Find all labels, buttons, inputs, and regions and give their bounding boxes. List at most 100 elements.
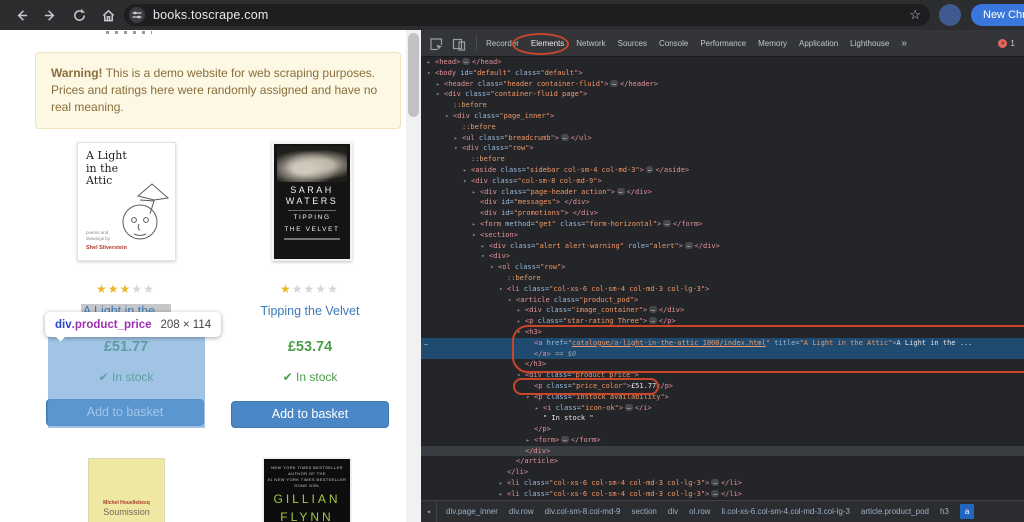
browser-toolbar: books.toscrape.com ☆ New Chrome	[0, 0, 1024, 30]
tree-line[interactable]: </article>	[421, 456, 1024, 467]
crumb-h3[interactable]: h3	[940, 507, 949, 516]
expand-arrow-icon[interactable]: ▸	[499, 490, 507, 500]
tree-line[interactable]: ▾<section>	[421, 230, 1024, 241]
forward-button[interactable]	[43, 8, 58, 23]
tree-line[interactable]: </h3>	[421, 359, 1024, 370]
crumb-div[interactable]: div.row	[509, 507, 534, 516]
crumb-article[interactable]: article.product_pod	[861, 507, 929, 516]
warning-alert: Warning! This is a demo website for web …	[35, 52, 401, 129]
tree-line[interactable]: ▾<div>	[421, 251, 1024, 262]
tree-line[interactable]: ▸<li class="col-xs-6 col-sm-4 col-md-3 c…	[421, 489, 1024, 500]
tab-memory[interactable]: Memory	[758, 39, 787, 48]
tree-line[interactable]: ::before	[421, 122, 1024, 133]
reload-button[interactable]	[72, 8, 87, 23]
selected-node-dots[interactable]: …	[424, 338, 428, 349]
tree-line[interactable]: <div id="messages"> </div>	[421, 197, 1024, 208]
tab-lighthouse[interactable]: Lighthouse	[850, 39, 889, 48]
tree-line[interactable]: ▸<div class="alert alert-warning" role="…	[421, 241, 1024, 252]
tab-console[interactable]: Console	[659, 39, 688, 48]
tree-line[interactable]: …<a href="catalogue/a-light-in-the-attic…	[421, 338, 1024, 349]
bookmark-star-icon[interactable]: ☆	[909, 7, 921, 23]
book-cover-soumission[interactable]: Michel Houellebecq Soumission	[88, 458, 165, 522]
page-scrollbar[interactable]	[406, 30, 421, 522]
back-button[interactable]	[14, 8, 29, 23]
page-scrollbar-thumb[interactable]	[408, 33, 419, 117]
cover-title-line: TIPPING	[274, 214, 350, 223]
tree-line[interactable]: </li>	[421, 467, 1024, 478]
tree-line[interactable]: ▾<body id="default" class="default">	[421, 68, 1024, 79]
more-tabs-icon[interactable]: »	[901, 38, 907, 49]
crumb-a[interactable]: a	[960, 504, 974, 519]
inspect-element-icon[interactable]	[429, 36, 443, 50]
crumb-section[interactable]: section	[632, 507, 657, 516]
devtools-breadcrumbs: ◂ div.page_inner div.row div.col-sm-8.col-…	[421, 500, 1024, 522]
tree-line[interactable]: ▾<div class="page_inner">	[421, 111, 1024, 122]
tree-line[interactable]: " In stock "	[421, 413, 1024, 424]
warning-label: Warning!	[51, 66, 103, 80]
tree-line[interactable]: ▸<aside class="sidebar col-sm-4 col-md-3…	[421, 165, 1024, 176]
tree-line[interactable]: ▸<li class="col-xs-6 col-sm-4 col-md-3 c…	[421, 478, 1024, 489]
crumb-div[interactable]: div	[668, 507, 678, 516]
tree-line[interactable]: ▸<head>…</head>	[421, 57, 1024, 68]
tree-line[interactable]: ▸<header class="header container-fluid">…	[421, 79, 1024, 90]
cover-author: Michel Houellebecq	[89, 500, 164, 507]
product-title-link[interactable]: Tipping the Velvet	[230, 304, 390, 318]
tree-line[interactable]: <p class="price_color">£51.77</p>	[421, 381, 1024, 392]
tree-line[interactable]: ▸<form method="get" class="form-horizont…	[421, 219, 1024, 230]
book-cover-sharp-objects[interactable]: NEW YORK TIMES BESTSELLER AUTHOR OF THE …	[262, 457, 352, 522]
crumbs-list: div.page_inner div.row div.col-sm-8.col-md…	[446, 504, 974, 519]
crumb-li[interactable]: li.col-xs-6.col-sm-4.col-md-3.col-lg-3	[721, 507, 849, 516]
tree-line[interactable]: ▾<li class="col-xs-6 col-sm-4 col-md-3 c…	[421, 284, 1024, 295]
tab-application[interactable]: Application	[799, 39, 838, 48]
add-to-basket-button[interactable]: Add to basket	[231, 401, 389, 428]
tree-line[interactable]: <div id="promotions"> </div>	[421, 208, 1024, 219]
error-badge[interactable]: ✕ 1	[998, 38, 1015, 48]
crumb-ol[interactable]: ol.row	[689, 507, 710, 516]
tree-line[interactable]: </a> == $0	[421, 349, 1024, 360]
home-button[interactable]	[101, 8, 116, 23]
tree-line[interactable]: ▾<article class="product_pod">	[421, 295, 1024, 306]
tab-recorder[interactable]: Recorder	[486, 39, 519, 48]
error-icon: ✕	[998, 39, 1007, 48]
tab-network[interactable]: Network	[576, 39, 605, 48]
new-chrome-button[interactable]: New Chrome	[971, 4, 1024, 26]
tab-elements[interactable]: Elements	[531, 39, 564, 48]
book-cover-a-light-in-the-attic[interactable]: A Light in the Attic poems and drawings …	[77, 142, 176, 261]
tree-line[interactable]: ▸<div class="page-header action">…</div>	[421, 187, 1024, 198]
cover-author-line: GILLIAN	[264, 492, 350, 507]
tree-line[interactable]: ::before	[421, 273, 1024, 284]
tree-line[interactable]: ▾<p class="instock availability">	[421, 392, 1024, 403]
tree-line[interactable]: ▾<div class="col-sm-8 col-md-9">	[421, 176, 1024, 187]
tree-line[interactable]: ▸<ul class="breadcrumb">…</ul>	[421, 133, 1024, 144]
crumbs-back-icon[interactable]: ◂	[421, 501, 437, 522]
tree-line[interactable]: ▸<p class="star-rating Three">…</p>	[421, 316, 1024, 327]
tree-line[interactable]: ::before	[421, 154, 1024, 165]
tree-line[interactable]: </p>	[421, 424, 1024, 435]
web-page: Warning! This is a demo website for web …	[0, 30, 406, 522]
star-rating: ★★★★★	[96, 282, 155, 296]
cover-photo	[277, 146, 347, 182]
check-icon: ✔	[283, 370, 293, 384]
cover-author: Shel Silverstein	[86, 245, 127, 251]
site-info-icon[interactable]	[129, 7, 145, 23]
tab-sources[interactable]: Sources	[618, 39, 647, 48]
tree-line[interactable]: ▸<i class="icon-ok">…</i>	[421, 403, 1024, 414]
tree-line[interactable]: ▾<h3>	[421, 327, 1024, 338]
tree-line[interactable]: ▸<form>…</form>	[421, 435, 1024, 446]
tree-line[interactable]: ▾<div class="product_price">	[421, 370, 1024, 381]
crumb-div[interactable]: div.page_inner	[446, 507, 498, 516]
book-cover-tipping-the-velvet[interactable]: SARAH WATERS TIPPING THE VELVET	[272, 142, 352, 261]
tree-line[interactable]: ▾<ol class="row">	[421, 262, 1024, 273]
tree-line[interactable]: ▾<div class="container-fluid page">	[421, 89, 1024, 100]
devtools-toolbar: Recorder Elements Network Sources Console Per…	[421, 30, 1024, 57]
cover-title-line: THE VELVET	[274, 226, 350, 235]
tree-line[interactable]: ::before	[421, 100, 1024, 111]
tree-line[interactable]: </div>	[421, 446, 1024, 457]
device-toolbar-icon[interactable]	[452, 36, 466, 50]
crumb-div[interactable]: div.col-sm-8.col-md-9	[545, 507, 621, 516]
omnibox[interactable]: books.toscrape.com ☆	[124, 4, 930, 26]
tree-line[interactable]: ▾<div class="row">	[421, 143, 1024, 154]
profile-avatar[interactable]	[939, 4, 961, 26]
tab-performance[interactable]: Performance	[700, 39, 746, 48]
tree-line[interactable]: ▸<div class="image_container">…</div>	[421, 305, 1024, 316]
